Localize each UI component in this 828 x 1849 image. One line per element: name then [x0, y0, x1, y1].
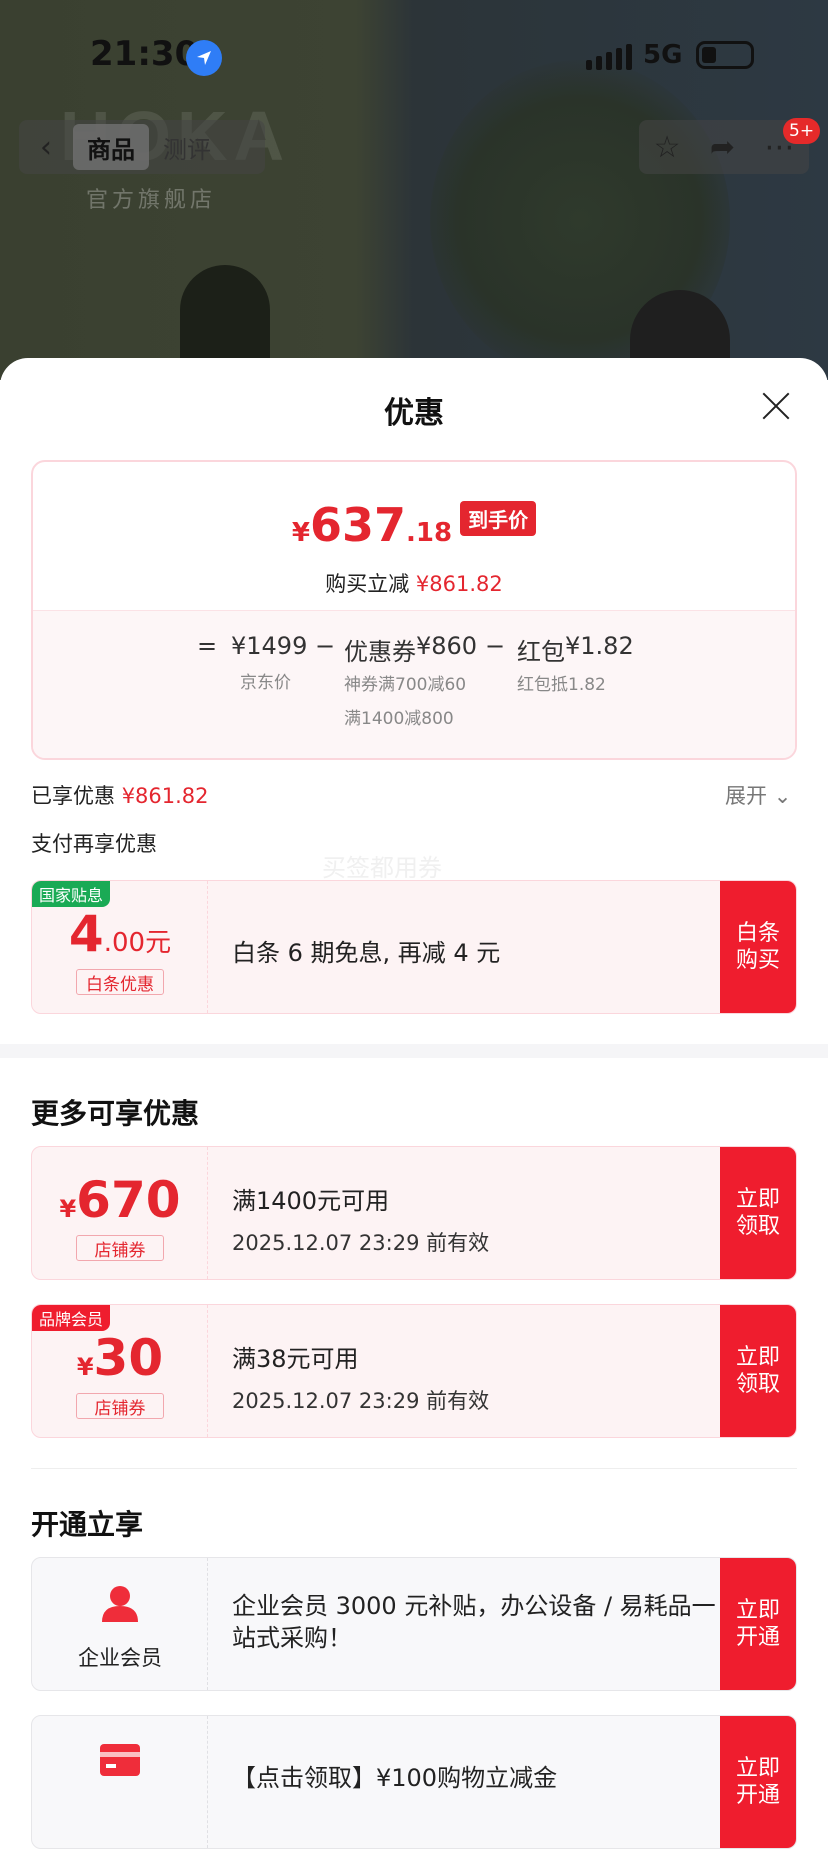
tab-review[interactable]: 测评 — [149, 124, 225, 170]
share-icon[interactable]: ➦ — [710, 130, 735, 165]
member-left: 企业会员 — [32, 1558, 208, 1690]
jd-price: ¥1499 — [231, 632, 308, 660]
open-membership-button[interactable]: 立即 开通 — [720, 1558, 796, 1690]
expand-toggle[interactable]: 展开 ⌄ — [725, 780, 791, 810]
baitiao-buy-button[interactable]: 白条 购买 — [720, 881, 796, 1013]
chevron-down-icon: ⌄ — [773, 784, 792, 808]
section-gap — [0, 1044, 828, 1058]
open-membership-title: 开通立享 — [31, 1508, 144, 1541]
coupon-type-tag: 店铺券 — [76, 1393, 164, 1419]
buy-save-label: 购买立减 — [325, 572, 410, 596]
tab-product[interactable]: 商品 — [73, 124, 149, 170]
redpacket-amount: ¥1.82 — [565, 632, 634, 660]
coupon-currency: ¥ — [76, 1353, 94, 1381]
member-left — [32, 1716, 208, 1848]
coupon-expiry: 2025.12.07 23:29 前有效 — [232, 1231, 490, 1255]
expand-label: 展开 — [725, 784, 767, 808]
coupon-amount: ¥670 — [32, 1171, 208, 1229]
coupon-amount: ¥860 — [416, 632, 478, 660]
final-price: ¥637.18 到手价 — [33, 498, 795, 552]
redpacket-label: 红包 — [517, 638, 565, 666]
coupon-corner-badge: 品牌会员 — [32, 1305, 111, 1331]
coupon-condition: 满1400元可用 — [232, 1187, 390, 1215]
coupon-amount-unit: 元 — [145, 928, 172, 958]
sheet-title: 优惠 — [384, 396, 444, 431]
redpacket-detail: 红包抵1.82 — [517, 675, 606, 695]
close-icon[interactable] — [758, 388, 794, 424]
store-name-text: 官方旗舰店 — [86, 188, 217, 213]
chevron-left-icon[interactable]: ‹ — [19, 120, 73, 174]
network-type: 5G — [643, 40, 683, 70]
status-time: 21:30 — [90, 34, 199, 74]
coupon-condition: 满38元可用 — [232, 1345, 359, 1373]
price-currency: ¥ — [291, 518, 310, 548]
member-desc: 企业会员 3000 元补贴，办公设备 / 易耗品一站式采购！ — [232, 1592, 716, 1652]
member-label: 企业会员 — [78, 1646, 162, 1670]
buy-save-amount: ¥861.82 — [415, 572, 503, 596]
coupon-type-tag: 白条优惠 — [76, 969, 164, 995]
coupon-amount-int: 4 — [68, 905, 104, 963]
more-discounts-title: 更多可享优惠 — [31, 1097, 200, 1130]
discount-sheet: 优惠 ¥637.18 到手价 购买立减 ¥861.82 = ¥1499 − 优惠券… — [0, 358, 828, 1849]
buy-save-line: 购买立减 ¥861.82 — [33, 568, 795, 598]
watermark-text: 买签都用券 — [322, 854, 442, 882]
minus-sign: − — [485, 632, 506, 660]
coupon-value: 30 — [93, 1329, 164, 1387]
enjoyed-discount: 已享优惠 ¥861.82 — [31, 780, 209, 810]
star-icon[interactable]: ☆ — [654, 130, 681, 165]
card-icon — [100, 1744, 140, 1776]
open-membership-button[interactable]: 立即 开通 — [720, 1716, 796, 1848]
battery-icon — [696, 41, 754, 69]
button-label: 立即 开通 — [735, 1598, 780, 1650]
member-desc: 【点击领取】¥100购物立减金 — [232, 1764, 558, 1792]
location-arrow-icon — [186, 40, 222, 76]
enjoyed-amount: ¥861.82 — [121, 784, 209, 808]
enjoyed-label: 已享优惠 — [31, 784, 115, 808]
voucher-card: 【点击领取】¥100购物立减金 立即 开通 — [31, 1715, 797, 1849]
coupon-value: 670 — [76, 1171, 181, 1229]
coupon-amount: ¥30 — [32, 1329, 208, 1387]
notification-badge: 5+ — [783, 118, 821, 144]
coupon-label: 优惠券 — [344, 638, 416, 666]
store-coupon: 品牌会员 ¥30 店铺券 满38元可用 2025.12.07 23:29 前有效… — [31, 1304, 797, 1438]
price-integer: 637 — [310, 498, 407, 552]
status-bar: 21:30 5G — [0, 0, 828, 110]
coupon-amount: 4.00元 — [32, 905, 208, 963]
equals-sign: = — [197, 632, 218, 660]
button-label: 立即 领取 — [735, 1187, 780, 1239]
price-decimal: .18 — [406, 518, 453, 548]
coupon-type-tag: 店铺券 — [76, 1235, 164, 1261]
person-icon — [102, 1586, 138, 1622]
price-breakdown-card: ¥637.18 到手价 购买立减 ¥861.82 = ¥1499 − 优惠券 ¥8… — [31, 460, 797, 760]
coupon-desc: 白条 6 期免息, 再减 4 元 — [232, 939, 501, 967]
button-label: 白条 购买 — [735, 921, 780, 973]
coupon-currency: ¥ — [59, 1195, 77, 1223]
store-coupon: ¥670 店铺券 满1400元可用 2025.12.07 23:29 前有效 立… — [31, 1146, 797, 1280]
final-price-tag: 到手价 — [460, 501, 537, 536]
coupon-detail: 神券满700减60 — [344, 675, 467, 695]
coupon-detail: 满1400减800 — [344, 709, 454, 729]
cellular-signal-icon — [586, 44, 632, 70]
pay-more-heading: 支付再享优惠 — [31, 832, 157, 856]
jd-price-label: 京东价 — [240, 673, 291, 693]
coupon-corner-badge: 国家贴息 — [32, 881, 111, 907]
coupon-expiry: 2025.12.07 23:29 前有效 — [232, 1389, 490, 1413]
header-left-group: ‹ 商品 测评 — [19, 120, 265, 174]
divider — [31, 1468, 797, 1469]
baitiao-coupon: 国家贴息 4.00元 白条优惠 白条 6 期免息, 再减 4 元 白条 购买 — [31, 880, 797, 1014]
coupon-amount-dec: .00 — [103, 928, 146, 958]
minus-sign: − — [315, 632, 336, 660]
enterprise-member-card: 企业会员 企业会员 3000 元补贴，办公设备 / 易耗品一站式采购！ 立即 开… — [31, 1557, 797, 1691]
claim-coupon-button[interactable]: 立即 领取 — [720, 1147, 796, 1279]
button-label: 立即 领取 — [735, 1345, 780, 1397]
claim-coupon-button[interactable]: 立即 领取 — [720, 1305, 796, 1437]
button-label: 立即 开通 — [735, 1756, 780, 1808]
